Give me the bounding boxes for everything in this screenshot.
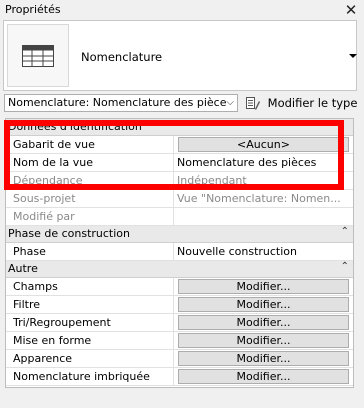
prop-value[interactable]: Nouvelle construction: [177, 245, 347, 258]
embedded-schedule-edit-button[interactable]: Modifier...: [178, 369, 349, 384]
sorting-edit-button[interactable]: Modifier...: [178, 315, 349, 330]
group-label: Données d'identification: [8, 120, 142, 133]
prop-key: Gabarit de vue: [13, 138, 95, 151]
prop-key: Nom de la vue: [13, 156, 93, 169]
dropdown-arrow-icon[interactable]: [349, 54, 357, 58]
prop-row-view-template[interactable]: Gabarit de vue <Aucun>: [6, 136, 353, 154]
instance-selector-value: Nomenclature: Nomenclature des pièce: [8, 96, 227, 109]
close-icon[interactable]: ✕: [342, 1, 360, 19]
prop-row-formatting[interactable]: Mise en forme Modifier...: [6, 332, 353, 350]
prop-key: Modifié par: [13, 210, 75, 223]
group-label: Autre: [8, 262, 38, 275]
collapse-icon[interactable]: ⌃: [341, 261, 349, 272]
prop-value[interactable]: Nomenclature des pièces: [177, 156, 347, 169]
edit-type-button[interactable]: Modifier le type: [245, 94, 357, 112]
appearance-edit-button[interactable]: Modifier...: [178, 351, 349, 366]
prop-key: Dépendance: [13, 174, 83, 187]
prop-key: Nomenclature imbriquée: [13, 370, 150, 383]
collapse-icon[interactable]: ⌃: [341, 226, 349, 237]
palette-title: Propriétés: [5, 3, 61, 16]
properties-grid: Données d'identification Gabarit de vue …: [5, 118, 354, 388]
prop-row-edited-by: Modifié par: [6, 208, 353, 226]
edit-type-icon: [246, 97, 260, 110]
schedule-table-icon: [7, 24, 69, 87]
group-phasing[interactable]: Phase de construction ⌃: [6, 226, 353, 243]
filter-edit-button[interactable]: Modifier...: [178, 297, 349, 312]
type-selector[interactable]: Nomenclature: [3, 20, 357, 91]
group-label: Phase de construction: [8, 227, 130, 240]
fields-edit-button[interactable]: Modifier...: [178, 279, 349, 294]
group-identification[interactable]: Données d'identification: [6, 119, 353, 136]
edit-type-label: Modifier le type: [267, 96, 358, 110]
type-name: Nomenclature: [81, 50, 163, 64]
prop-row-phase[interactable]: Phase Nouvelle construction: [6, 243, 353, 261]
prop-row-sorting[interactable]: Tri/Regroupement Modifier...: [6, 314, 353, 332]
prop-key: Sous-projet: [13, 192, 76, 205]
prop-key: Filtre: [13, 298, 41, 311]
formatting-edit-button[interactable]: Modifier...: [178, 333, 349, 348]
group-other[interactable]: Autre ⌃: [6, 261, 353, 278]
prop-row-dependency: Dépendance Indépendant: [6, 172, 353, 190]
prop-key: Apparence: [13, 352, 73, 365]
prop-key: Tri/Regroupement: [13, 316, 111, 329]
prop-row-appearance[interactable]: Apparence Modifier...: [6, 350, 353, 368]
chevron-down-icon[interactable]: ⌵: [226, 95, 234, 111]
prop-key: Mise en forme: [13, 334, 92, 347]
prop-row-filter[interactable]: Filtre Modifier...: [6, 296, 353, 314]
instance-selector[interactable]: Nomenclature: Nomenclature des pièce ⌵: [4, 94, 238, 112]
prop-row-embedded-schedule[interactable]: Nomenclature imbriquée Modifier...: [6, 368, 353, 386]
prop-key: Champs: [13, 280, 58, 293]
prop-value: Indépendant: [177, 174, 247, 187]
view-template-button[interactable]: <Aucun>: [178, 137, 349, 152]
prop-row-view-name[interactable]: Nom de la vue Nomenclature des pièces: [6, 154, 353, 172]
scrollbar[interactable]: [354, 120, 363, 400]
prop-row-fields[interactable]: Champs Modifier...: [6, 278, 353, 296]
prop-value: Vue "Nomenclature: Nomen...: [177, 192, 341, 205]
prop-row-workset: Sous-projet Vue "Nomenclature: Nomen...: [6, 190, 353, 208]
prop-key: Phase: [13, 245, 46, 258]
